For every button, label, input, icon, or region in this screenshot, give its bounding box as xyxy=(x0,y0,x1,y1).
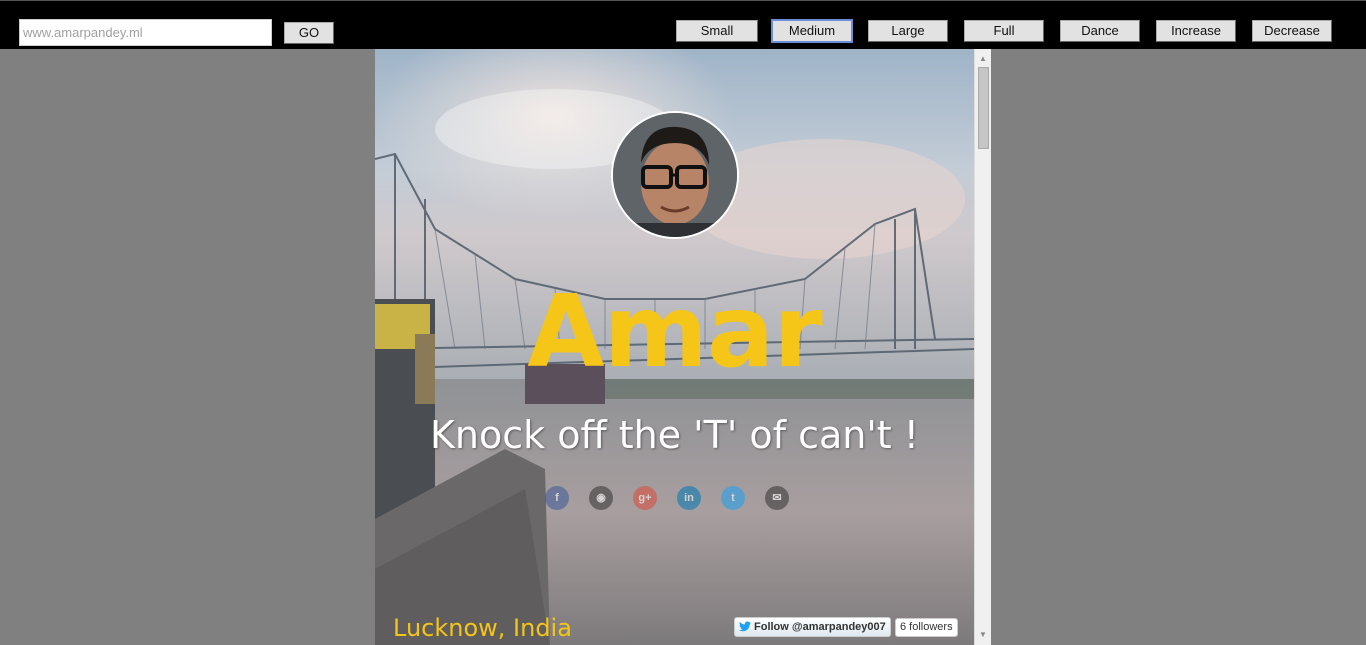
url-input[interactable] xyxy=(19,19,272,46)
facebook-icon[interactable]: f xyxy=(545,486,569,510)
followers-count: 6 followers xyxy=(895,618,958,637)
large-button[interactable]: Large xyxy=(868,20,948,42)
go-button[interactable]: GO xyxy=(284,22,334,44)
profile-photo xyxy=(613,113,737,237)
github-icon[interactable]: ◉ xyxy=(589,486,613,510)
preview-frame: Amar Knock off the 'T' of can't ! f ◉ g+… xyxy=(375,49,991,645)
twitter-bird-icon xyxy=(739,621,751,632)
dance-button[interactable]: Dance xyxy=(1060,20,1140,42)
location-label: Lucknow, India xyxy=(393,614,572,642)
increase-button[interactable]: Increase xyxy=(1156,20,1236,42)
linkedin-icon[interactable]: in xyxy=(677,486,701,510)
profile-tagline: Knock off the 'T' of can't ! xyxy=(430,413,919,457)
background-photo: Amar Knock off the 'T' of can't ! f ◉ g+… xyxy=(375,49,974,645)
google-plus-icon[interactable]: g+ xyxy=(633,486,657,510)
vertical-scrollbar[interactable]: ▲ ▼ xyxy=(974,49,991,645)
top-toolbar: GO Small Medium Large Full Dance Increas… xyxy=(0,0,1366,49)
scroll-up-arrow-icon[interactable]: ▲ xyxy=(975,51,991,67)
twitter-icon[interactable]: t xyxy=(721,486,745,510)
full-button[interactable]: Full xyxy=(964,20,1044,42)
twitter-follow-button[interactable]: Follow @amarpandey007 xyxy=(734,617,891,637)
twitter-follow-label: Follow @amarpandey007 xyxy=(754,621,886,633)
email-icon[interactable]: ✉ xyxy=(765,486,789,510)
scroll-down-arrow-icon[interactable]: ▼ xyxy=(975,627,991,643)
small-button[interactable]: Small xyxy=(676,20,758,42)
profile-name: Amar xyxy=(527,273,822,390)
medium-button[interactable]: Medium xyxy=(771,19,853,43)
decrease-button[interactable]: Decrease xyxy=(1252,20,1332,42)
avatar xyxy=(611,111,739,239)
scroll-thumb[interactable] xyxy=(978,67,989,149)
